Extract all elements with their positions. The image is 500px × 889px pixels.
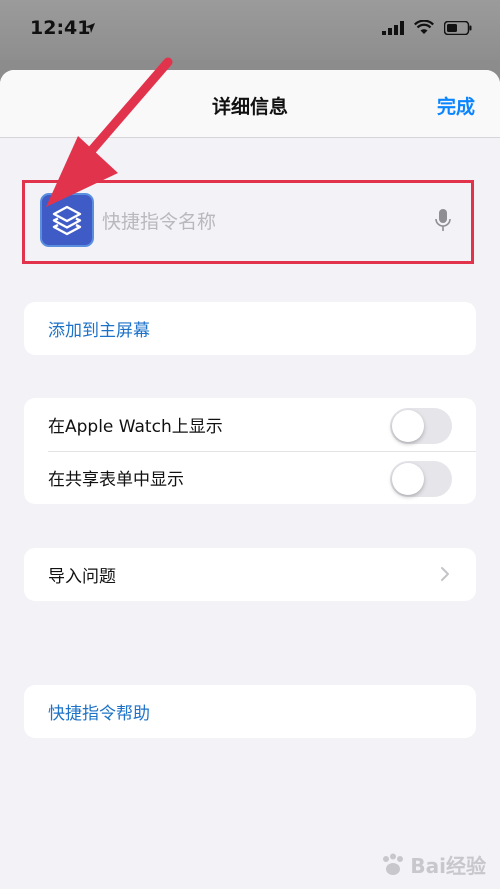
location-arrow-icon — [85, 23, 95, 33]
watermark: Bai经验 — [380, 850, 486, 879]
toggle-knob — [392, 410, 424, 442]
shortcut-name-row — [22, 180, 474, 264]
add-to-home-screen-button[interactable]: 添加到主屏幕 — [24, 302, 476, 355]
details-sheet: 详细信息 完成 添加到主屏幕 在Apple Watch上显示 在共享表单中显示 — [0, 70, 500, 889]
wifi-icon — [414, 20, 434, 34]
import-questions-label: 导入问题 — [48, 567, 116, 587]
shortcut-name-input[interactable] — [100, 205, 424, 239]
toggle-label-share-sheet: 在共享表单中显示 — [48, 470, 184, 490]
toggle-row-apple-watch: 在Apple Watch上显示 — [24, 398, 476, 451]
chevron-right-icon — [441, 567, 449, 581]
apple-watch-toggle[interactable] — [390, 408, 452, 444]
import-card: 导入问题 — [24, 548, 476, 601]
page-title: 详细信息 — [211, 96, 288, 118]
nav-bar: 详细信息 完成 — [0, 70, 500, 138]
share-sheet-toggle[interactable] — [390, 461, 452, 497]
battery-icon — [444, 20, 472, 35]
status-time: 12:41 — [30, 17, 91, 39]
signal-icon — [382, 20, 404, 35]
paw-icon — [383, 853, 404, 875]
status-bar: 12:41 — [0, 0, 500, 60]
help-card: 快捷指令帮助 — [24, 685, 476, 738]
status-icons — [382, 20, 472, 35]
toggles-card: 在Apple Watch上显示 在共享表单中显示 — [24, 398, 476, 504]
import-questions-button[interactable]: 导入问题 — [24, 548, 476, 601]
toggle-knob — [392, 463, 424, 495]
shortcuts-help-button[interactable]: 快捷指令帮助 — [24, 685, 476, 738]
toggle-label-apple-watch: 在Apple Watch上显示 — [48, 417, 223, 437]
done-button[interactable]: 完成 — [437, 92, 475, 119]
add-to-home-card: 添加到主屏幕 — [24, 302, 476, 355]
microphone-icon[interactable] — [435, 209, 451, 233]
toggle-row-share-sheet: 在共享表单中显示 — [24, 451, 476, 504]
shortcuts-layers-icon[interactable] — [40, 193, 94, 247]
watermark-text: Bai经验 — [410, 854, 486, 878]
